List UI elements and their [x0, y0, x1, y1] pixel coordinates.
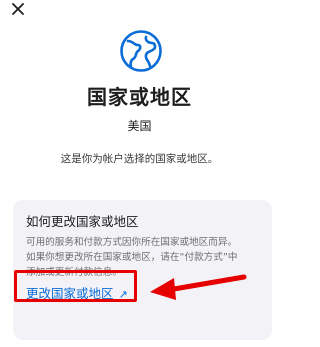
red-arrow-icon: [150, 274, 247, 300]
country-value: 美国: [127, 119, 152, 133]
card-title: 如何更改国家或地区: [26, 214, 139, 229]
country-description: 这是你为帐户选择的国家或地区。: [60, 153, 219, 165]
card-body-line: 可用的服务和付款方式因你所在国家或地区而异。: [26, 237, 238, 248]
close-button[interactable]: [8, 0, 28, 18]
close-icon: [12, 3, 24, 15]
globe-icon: [120, 30, 162, 72]
annotation-highlight-box: [14, 270, 137, 302]
card-body-line: 如果你想更改所在国家或地区，请在“付款方式”中: [26, 252, 238, 263]
page-title: 国家或地区: [87, 85, 192, 109]
